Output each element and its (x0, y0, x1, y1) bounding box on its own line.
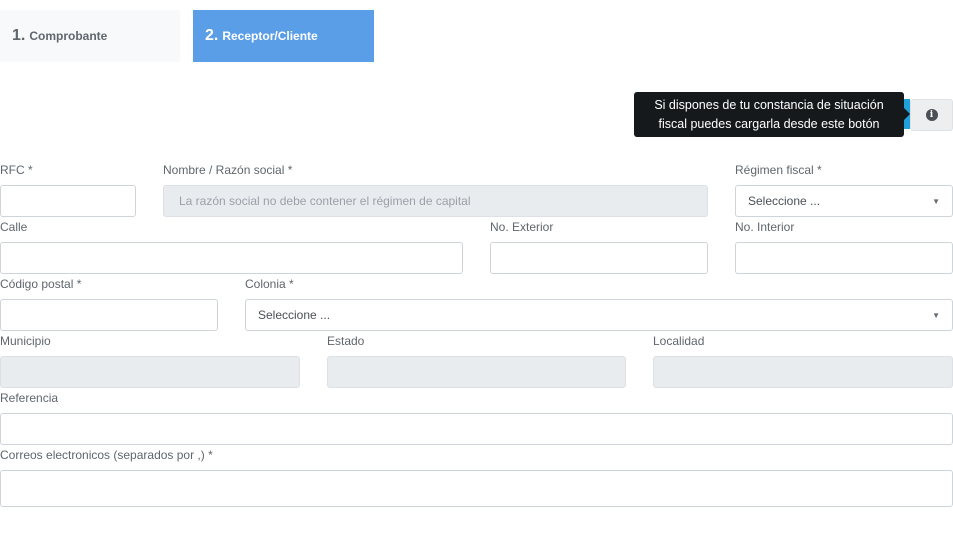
codigo-postal-label: Código postal * (0, 277, 82, 291)
nombre-input[interactable]: La razón social no debe contener el régi… (163, 185, 708, 217)
localidad-input[interactable] (653, 356, 953, 388)
nombre-label: Nombre / Razón social * (163, 163, 293, 177)
regimen-select[interactable]: Seleccione ... ▼ (735, 185, 953, 217)
upload-tooltip: Si dispones de tu constancia de situació… (634, 92, 904, 137)
step-receptor-cliente[interactable]: 2. Receptor/Cliente (193, 10, 374, 62)
regimen-selected: Seleccione ... (748, 194, 821, 208)
localidad-label: Localidad (653, 334, 705, 348)
nombre-placeholder: La razón social no debe contener el régi… (179, 194, 471, 208)
correos-input[interactable] (0, 470, 953, 507)
info-icon: i (925, 109, 938, 121)
tooltip-arrow (903, 107, 910, 121)
colonia-select[interactable]: Seleccione ... ▼ (245, 299, 953, 331)
rfc-input[interactable] (0, 185, 136, 217)
step-label: Comprobante (29, 29, 108, 43)
colonia-label: Colonia * (245, 277, 294, 291)
codigo-postal-input[interactable] (0, 299, 218, 331)
referencia-input[interactable] (0, 413, 953, 445)
no-exterior-label: No. Exterior (490, 220, 554, 234)
step-comprobante[interactable]: 1. Comprobante (0, 10, 180, 62)
tooltip-line: fiscal puedes cargarla desde este botón (658, 117, 880, 131)
calle-input[interactable] (0, 242, 463, 274)
step-number: 1. (12, 27, 26, 44)
correos-label: Correos electronicos (separados por ,) * (0, 448, 213, 462)
tooltip-line: Si dispones de tu constancia de situació… (654, 98, 884, 112)
no-exterior-input[interactable] (490, 242, 708, 274)
step-label: Receptor/Cliente (222, 29, 318, 43)
rfc-label: RFC * (0, 163, 33, 177)
step-number: 2. (205, 27, 219, 44)
no-interior-input[interactable] (735, 242, 953, 274)
estado-input[interactable] (327, 356, 626, 388)
caret-down-icon: ▼ (932, 310, 940, 320)
calle-label: Calle (0, 220, 28, 234)
caret-down-icon: ▼ (932, 196, 940, 206)
upload-constancia-button[interactable]: i (910, 99, 953, 131)
municipio-input[interactable] (0, 356, 300, 388)
colonia-selected: Seleccione ... (258, 308, 331, 322)
municipio-label: Municipio (0, 334, 51, 348)
estado-label: Estado (327, 334, 365, 348)
regimen-label: Régimen fiscal * (735, 163, 822, 177)
referencia-label: Referencia (0, 391, 59, 405)
no-interior-label: No. Interior (735, 220, 795, 234)
